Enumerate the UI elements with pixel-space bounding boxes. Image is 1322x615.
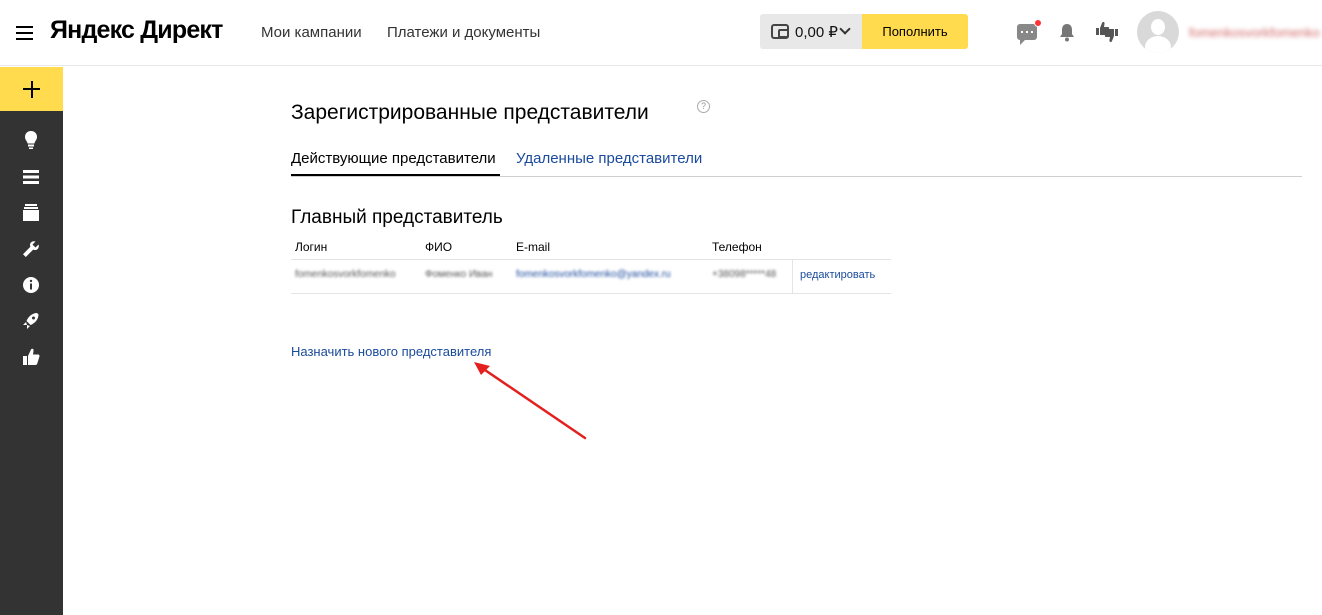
balance-value: 0,00 ₽	[795, 24, 838, 41]
chat-icon[interactable]	[1017, 19, 1042, 45]
section-title: Главный представитель	[291, 207, 503, 228]
feedback-thumbs-icon[interactable]	[1094, 20, 1120, 44]
tab-deleted-representatives[interactable]: Удаленные представители	[516, 150, 702, 167]
list-icon[interactable]	[21, 167, 41, 187]
help-icon[interactable]: ?	[697, 100, 710, 113]
logo[interactable]: Яндекс Директ	[50, 16, 223, 45]
menu-icon[interactable]	[16, 25, 33, 40]
notification-badge	[1034, 19, 1042, 27]
balance-dropdown[interactable]: 0,00 ₽	[760, 14, 862, 49]
edit-link[interactable]: редактировать	[800, 269, 875, 281]
active-tab-indicator	[291, 174, 500, 176]
column-header-phone: Телефон	[712, 240, 762, 254]
topup-button[interactable]: Пополнить	[862, 14, 968, 49]
cell-fio: Фоменко Иван	[425, 269, 493, 280]
bell-icon[interactable]	[1059, 23, 1075, 42]
cell-email[interactable]: fomenkosvorkfomenko@yandex.ru	[516, 269, 671, 280]
tabs-divider	[291, 176, 1302, 177]
table-header-divider	[291, 259, 891, 260]
column-header-fio: ФИО	[425, 240, 453, 254]
table-row-divider	[291, 293, 891, 294]
cell-phone: +38098*****48	[712, 269, 777, 280]
nav-payments-documents[interactable]: Платежи и документы	[387, 24, 540, 41]
cell-login: fomenkosvorkfomenko	[295, 269, 396, 280]
column-header-login: Логин	[295, 240, 328, 254]
avatar[interactable]	[1137, 11, 1179, 53]
column-header-email: E-mail	[516, 240, 551, 254]
lightbulb-icon[interactable]	[21, 130, 41, 150]
cell-divider	[792, 260, 793, 293]
tab-active-representatives[interactable]: Действующие представители	[291, 150, 496, 167]
info-icon[interactable]	[21, 275, 41, 295]
top-header: Яндекс Директ Мои кампании Платежи и док…	[0, 0, 1322, 66]
chevron-down-icon	[839, 23, 851, 35]
thumbs-up-icon[interactable]	[21, 347, 41, 367]
wrench-icon[interactable]	[21, 239, 41, 259]
assign-new-representative-link[interactable]: Назначить нового представителя	[291, 344, 491, 359]
rocket-icon[interactable]	[21, 311, 41, 331]
annotation-arrow-icon	[474, 362, 587, 440]
nav-my-campaigns[interactable]: Мои кампании	[261, 24, 362, 41]
sidebar	[0, 67, 63, 615]
add-icon[interactable]	[0, 67, 63, 111]
username[interactable]: fomenkosvorkfomenko	[1189, 25, 1320, 40]
archive-icon[interactable]	[21, 203, 41, 223]
page-title: Зарегистрированные представители	[291, 101, 649, 124]
wallet-icon	[771, 24, 789, 39]
